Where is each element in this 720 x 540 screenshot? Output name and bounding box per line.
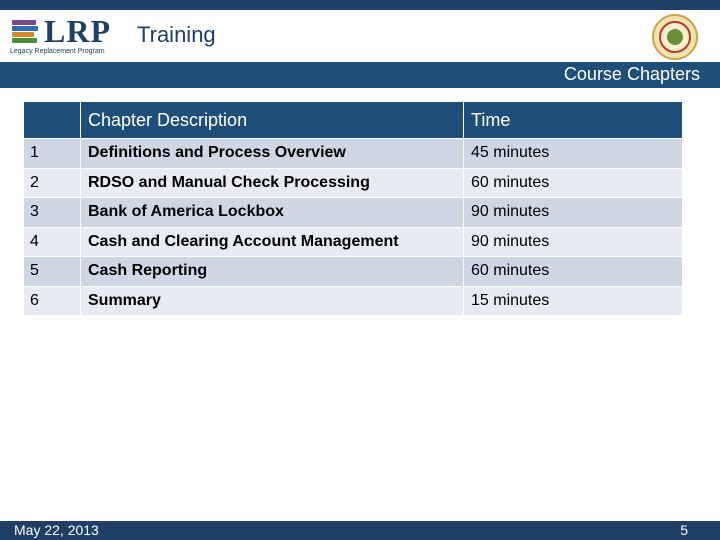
row-description: RDSO and Manual Check Processing <box>81 168 464 197</box>
row-num: 5 <box>24 257 81 286</box>
logo-text: LRP <box>44 13 111 49</box>
chapters-table: Chapter Description Time 1 Definitions a… <box>24 102 682 316</box>
table-row: 4 Cash and Clearing Account Management 9… <box>24 227 682 257</box>
row-description: Bank of America Lockbox <box>81 198 464 227</box>
table-row: 3 Bank of America Lockbox 90 minutes <box>24 198 682 228</box>
slide-header: LRP Legacy Replacement Program Training <box>0 10 720 62</box>
header-description: Chapter Description <box>81 102 464 138</box>
row-num: 3 <box>24 198 81 227</box>
header-num <box>24 102 81 138</box>
row-time: 15 minutes <box>471 291 550 309</box>
books-logo-icon <box>12 20 40 43</box>
table-row: 2 RDSO and Manual Check Processing 60 mi… <box>24 168 682 198</box>
seal-core <box>667 29 683 45</box>
table-row: 5 Cash Reporting 60 minutes <box>24 257 682 287</box>
row-num: 4 <box>24 227 81 256</box>
table-header-row: Chapter Description Time <box>24 102 682 139</box>
row-description: Definitions and Process Overview <box>81 139 464 168</box>
slide-title: Training <box>137 22 216 47</box>
row-description: Summary <box>81 286 464 315</box>
row-time: 90 minutes <box>471 232 550 250</box>
footer-band <box>0 521 720 540</box>
row-description: Cash Reporting <box>81 257 464 286</box>
header-time: Time <box>471 109 511 130</box>
slide-subtitle: Course Chapters <box>563 64 700 84</box>
row-time: 45 minutes <box>471 144 550 162</box>
row-time: 60 minutes <box>471 173 550 191</box>
row-num: 6 <box>24 286 81 315</box>
table-row: 1 Definitions and Process Overview 45 mi… <box>24 139 682 169</box>
row-num: 2 <box>24 168 81 197</box>
page-number: 5 <box>680 522 688 538</box>
lrp-logo: LRP Legacy Replacement Program <box>8 14 126 60</box>
table-row: 6 Summary 15 minutes <box>24 286 682 316</box>
row-description: Cash and Clearing Account Management <box>81 227 464 256</box>
row-num: 1 <box>24 139 81 168</box>
row-time: 90 minutes <box>471 203 550 221</box>
row-time: 60 minutes <box>471 262 550 280</box>
top-band <box>0 0 720 10</box>
logo-subtitle: Legacy Replacement Program <box>10 48 105 55</box>
city-seal-icon <box>652 14 698 60</box>
footer-date: May 22, 2013 <box>14 522 99 538</box>
